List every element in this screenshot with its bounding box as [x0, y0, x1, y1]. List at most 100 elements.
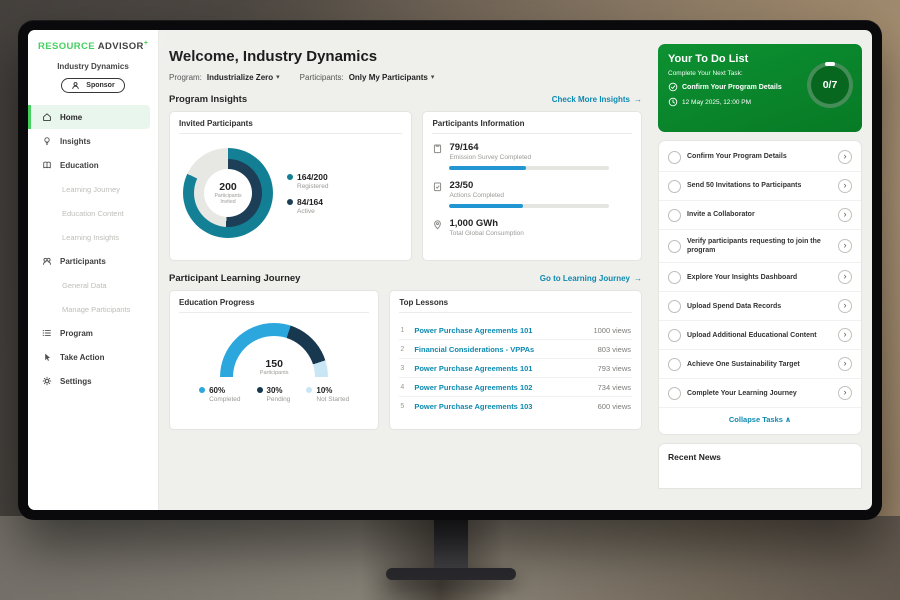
participants-information-card: Participants Information 79/164 Emission…: [422, 111, 642, 261]
lesson-views: 734 views: [598, 383, 631, 392]
link-label: Go to Learning Journey: [540, 274, 630, 283]
card-title: Education Progress: [179, 298, 369, 313]
monitor-stand-base: [386, 568, 516, 580]
survey-icon: [432, 143, 443, 154]
task-row-achieve-target[interactable]: Achieve One Sustainability Target ›: [659, 350, 861, 379]
recent-news-title: Recent News: [668, 452, 852, 462]
collapse-tasks-link[interactable]: Collapse Tasks ∧: [659, 408, 861, 432]
page-title: Welcome, Industry Dynamics: [169, 48, 642, 65]
education-icon: [42, 160, 53, 170]
chevron-right-icon[interactable]: ›: [838, 357, 852, 371]
filters-bar: Program: Industrialize Zero ▾ Participan…: [169, 73, 642, 82]
lesson-link[interactable]: Power Purchase Agreements 101: [414, 326, 587, 335]
home-icon: [42, 112, 53, 122]
todo-panel: Your To Do List Complete Your Next Task:…: [652, 30, 872, 510]
sidebar-item-learning-insights[interactable]: Learning Insights: [28, 225, 158, 249]
sidebar-item-label: Education Content: [62, 209, 124, 218]
program-select[interactable]: Industrialize Zero ▾: [207, 73, 280, 82]
task-checkbox[interactable]: [668, 240, 681, 253]
card-title: Invited Participants: [179, 119, 402, 134]
todo-next-task: Confirm Your Program Details: [682, 84, 782, 91]
chevron-down-icon: ▾: [276, 74, 280, 81]
lesson-rank: 3: [400, 365, 408, 372]
brand-secondary: ADVISOR: [98, 41, 144, 52]
lesson-link[interactable]: Power Purchase Agreements 102: [414, 383, 591, 392]
brand-primary: RESOURCE: [38, 41, 95, 52]
check-more-insights-link[interactable]: Check More Insights →: [552, 95, 642, 104]
sidebar-item-education-content[interactable]: Education Content: [28, 201, 158, 225]
lesson-link[interactable]: Financial Considerations - VPPAs: [414, 345, 591, 354]
sidebar-item-general-data[interactable]: General Data: [28, 273, 158, 297]
task-label: Upload Additional Educational Content: [687, 331, 832, 340]
todo-due-date: 12 May 2025, 12:00 PM: [682, 99, 751, 106]
sidebar-item-label: Settings: [60, 377, 92, 386]
go-to-learning-journey-link[interactable]: Go to Learning Journey →: [540, 274, 642, 283]
chevron-right-icon[interactable]: ›: [838, 270, 852, 284]
education-progress-card: Education Progress 150 Participants: [169, 290, 379, 430]
task-checkbox[interactable]: [668, 387, 681, 400]
lesson-link[interactable]: Power Purchase Agreements 101: [414, 364, 591, 373]
stat-value: 1,000 GWh: [449, 218, 523, 229]
chevron-right-icon[interactable]: ›: [838, 208, 852, 222]
task-row-explore-insights[interactable]: Explore Your Insights Dashboard ›: [659, 263, 861, 292]
lesson-link[interactable]: Power Purchase Agreements 103: [414, 402, 591, 411]
todo-progress-ring: 0/7: [807, 62, 853, 108]
card-title: Participants Information: [432, 119, 632, 134]
chevron-right-icon[interactable]: ›: [838, 386, 852, 400]
chevron-right-icon[interactable]: ›: [838, 328, 852, 342]
chevron-right-icon[interactable]: ›: [838, 299, 852, 313]
sidebar-item-education[interactable]: Education: [28, 153, 158, 177]
todo-task-list: Confirm Your Program Details › Send 50 I…: [658, 140, 862, 435]
dashboard-screen: RESOURCE ADVISOR+ Industry Dynamics Spon…: [28, 30, 872, 510]
sidebar-item-settings[interactable]: Settings: [28, 369, 158, 393]
task-checkbox[interactable]: [668, 180, 681, 193]
participants-select-value: Only My Participants: [349, 73, 428, 82]
check-circle-icon: [668, 82, 678, 92]
todo-hero-card: Your To Do List Complete Your Next Task:…: [658, 44, 862, 132]
chevron-right-icon[interactable]: ›: [838, 150, 852, 164]
legend-item-not-started: 10% Not Started: [306, 386, 349, 403]
sidebar-item-program[interactable]: Program: [28, 321, 158, 345]
education-progress-gauge-wrap: 150 Participants: [220, 323, 328, 377]
task-row-confirm-program[interactable]: Confirm Your Program Details ›: [659, 143, 861, 172]
insights-icon: [42, 136, 53, 146]
task-checkbox[interactable]: [668, 151, 681, 164]
lesson-views: 793 views: [598, 364, 631, 373]
lesson-row: 1 Power Purchase Agreements 101 1000 vie…: [399, 321, 632, 340]
sidebar-item-manage-participants[interactable]: Manage Participants: [28, 297, 158, 321]
task-checkbox[interactable]: [668, 209, 681, 222]
sidebar-item-participants[interactable]: Participants: [28, 249, 158, 273]
gauge-center: 150 Participants: [220, 358, 328, 377]
brand-logo: RESOURCE ADVISOR+: [28, 30, 158, 54]
task-checkbox[interactable]: [668, 358, 681, 371]
task-row-send-invitations[interactable]: Send 50 Invitations to Participants ›: [659, 172, 861, 201]
chevron-right-icon[interactable]: ›: [838, 179, 852, 193]
sidebar-item-label: Program: [60, 329, 93, 338]
lesson-row: 4 Power Purchase Agreements 102 734 view…: [399, 378, 632, 397]
task-checkbox[interactable]: [668, 329, 681, 342]
task-row-upload-educational-content[interactable]: Upload Additional Educational Content ›: [659, 321, 861, 350]
task-checkbox[interactable]: [668, 271, 681, 284]
task-row-verify-participants[interactable]: Verify participants requesting to join t…: [659, 230, 861, 263]
chevron-right-icon[interactable]: ›: [838, 239, 852, 253]
participants-select[interactable]: Only My Participants ▾: [349, 73, 435, 82]
program-select-value: Industrialize Zero: [207, 73, 273, 82]
monitor-stand: [434, 516, 468, 572]
sidebar-item-label: General Data: [62, 281, 107, 290]
task-checkbox[interactable]: [668, 300, 681, 313]
task-row-upload-spend-data[interactable]: Upload Spend Data Records ›: [659, 292, 861, 321]
gauge-legend: 60% Completed 30% Pending 10% Not Starte…: [199, 386, 349, 403]
task-row-invite-collaborator[interactable]: Invite a Collaborator ›: [659, 201, 861, 230]
stat-value: 23/50: [449, 180, 504, 191]
sidebar-item-home[interactable]: Home: [28, 105, 150, 129]
task-row-complete-learning-journey[interactable]: Complete Your Learning Journey ›: [659, 379, 861, 408]
sidebar-item-take-action[interactable]: Take Action: [28, 345, 158, 369]
lesson-row: 5 Power Purchase Agreements 103 600 view…: [399, 397, 632, 415]
task-label: Confirm Your Program Details: [687, 152, 832, 161]
lesson-rank: 1: [400, 327, 408, 334]
sidebar-item-learning-journey[interactable]: Learning Journey: [28, 177, 158, 201]
arrow-right-icon: →: [634, 95, 642, 104]
legend-item-pending: 30% Pending: [257, 386, 291, 403]
lesson-row: 3 Power Purchase Agreements 101 793 view…: [399, 359, 632, 378]
sidebar-item-insights[interactable]: Insights: [28, 129, 158, 153]
